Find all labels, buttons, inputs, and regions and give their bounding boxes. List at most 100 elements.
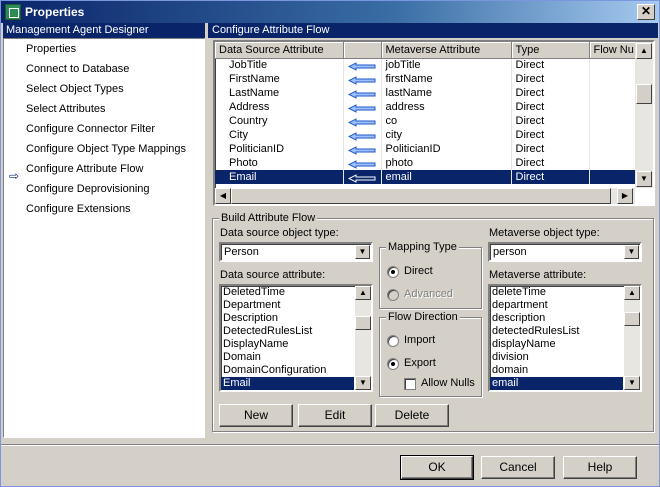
ds-list-scrollbar[interactable]: ▲ ▼ (355, 286, 371, 390)
ds-attribute-list[interactable]: DeletedTime Department Description Detected… (219, 284, 373, 392)
cancel-button[interactable]: Cancel (481, 456, 555, 479)
mv-attribute-list[interactable]: deleteTime department description detectedR… (488, 284, 642, 392)
grid-hscroll-thumb[interactable] (231, 188, 611, 204)
scroll-up-icon[interactable]: ▲ (355, 286, 371, 300)
footer-separator (1, 444, 659, 446)
scroll-right-icon[interactable]: ▶ (617, 188, 633, 204)
table-row[interactable]: JobTitle jobTitle Direct (215, 58, 640, 72)
table-row[interactable]: Photo photo Direct (215, 156, 640, 170)
list-item[interactable]: email (490, 377, 623, 390)
mapping-direct-radio[interactable] (387, 266, 399, 278)
ds-list-scroll-thumb[interactable] (355, 316, 371, 330)
mapping-type-title: Mapping Type (386, 241, 459, 253)
type-cell: Direct (511, 170, 590, 184)
metaverse-cell: address (381, 100, 512, 114)
list-item[interactable]: description (490, 312, 623, 325)
scroll-up-icon[interactable]: ▲ (624, 286, 640, 300)
table-row[interactable]: Country co Direct (215, 114, 640, 128)
edit-button[interactable]: Edit (298, 404, 372, 427)
import-arrow-icon (343, 100, 382, 114)
nav-item-connector-filter[interactable]: Configure Connector Filter (26, 121, 155, 137)
nav-item-connect-database[interactable]: Connect to Database (26, 61, 129, 77)
ds-object-type-select[interactable]: Person ▼ (219, 242, 373, 262)
column-header-source[interactable]: Data Source Attribute (215, 42, 344, 59)
delete-button[interactable]: Delete (375, 404, 449, 427)
list-item[interactable]: department (490, 299, 623, 312)
flow-nulls-cell (589, 72, 640, 86)
column-header-type[interactable]: Type (511, 42, 590, 59)
list-item[interactable]: Department (221, 299, 354, 312)
column-header-flow-nulls[interactable]: Flow Nu (589, 42, 640, 59)
mapping-advanced-radio[interactable] (387, 289, 399, 301)
table-row[interactable]: Email email Direct (215, 170, 640, 184)
flow-import-radio[interactable] (387, 335, 399, 347)
chevron-down-icon[interactable]: ▼ (624, 245, 639, 259)
mv-object-type-value: person (493, 246, 527, 258)
close-icon[interactable]: ✕ (637, 4, 655, 20)
allow-nulls-checkbox[interactable] (404, 378, 416, 390)
table-row[interactable]: Address address Direct (215, 100, 640, 114)
flow-nulls-cell (589, 100, 640, 114)
import-arrow-icon (343, 142, 382, 156)
table-row[interactable]: LastName lastName Direct (215, 86, 640, 100)
nav-item-select-attributes[interactable]: Select Attributes (26, 101, 106, 117)
list-item[interactable]: deleteTime (490, 286, 623, 299)
list-item[interactable]: EmployeeEndDate (221, 390, 354, 392)
metaverse-cell: PoliticianID (381, 142, 512, 156)
allow-nulls-label[interactable]: Allow Nulls (421, 377, 475, 389)
import-arrow-icon (343, 170, 382, 184)
nav-item-select-object-types[interactable]: Select Object Types (26, 81, 124, 97)
help-button[interactable]: Help (563, 456, 637, 479)
nav-item-properties[interactable]: Properties (26, 41, 76, 57)
list-item[interactable]: Description (221, 312, 354, 325)
scroll-down-icon[interactable]: ▼ (636, 171, 652, 187)
flow-import-label[interactable]: Import (404, 334, 435, 346)
scroll-down-icon[interactable]: ▼ (624, 376, 640, 390)
attribute-flow-grid[interactable]: Data Source Attribute Metaverse Attribut… (213, 40, 655, 206)
table-row[interactable]: FirstName firstName Direct (215, 72, 640, 86)
scroll-up-icon[interactable]: ▲ (636, 43, 652, 59)
scroll-down-icon[interactable]: ▼ (355, 376, 371, 390)
flow-export-label[interactable]: Export (404, 357, 436, 369)
column-header-metaverse[interactable]: Metaverse Attribute (381, 42, 512, 59)
ok-button[interactable]: OK (400, 455, 474, 480)
flow-direction-group: Flow Direction Import Export Allow Nulls (379, 311, 482, 397)
type-cell: Direct (511, 128, 590, 142)
grid-scroll-thumb[interactable] (636, 84, 652, 104)
nav-item-deprovisioning[interactable]: Configure Deprovisioning (26, 181, 150, 197)
mapping-advanced-label[interactable]: Advanced (404, 288, 453, 300)
nav-item-extensions[interactable]: Configure Extensions (26, 201, 131, 217)
mv-list-scroll-thumb[interactable] (624, 312, 640, 326)
source-cell: City (215, 128, 344, 142)
list-item[interactable]: division (490, 351, 623, 364)
scroll-left-icon[interactable]: ◀ (215, 188, 231, 204)
list-item[interactable]: employeeEndDate (490, 390, 623, 392)
nav-item-attribute-flow[interactable]: Configure Attribute Flow (26, 161, 143, 177)
import-arrow-icon (343, 156, 382, 170)
list-item[interactable]: displayName (490, 338, 623, 351)
import-arrow-icon (343, 114, 382, 128)
flow-export-radio[interactable] (387, 358, 399, 370)
type-cell: Direct (511, 58, 590, 72)
mapping-direct-label[interactable]: Direct (404, 265, 433, 277)
list-item[interactable]: detectedRulesList (490, 325, 623, 338)
list-item[interactable]: Domain (221, 351, 354, 364)
grid-horizontal-scrollbar[interactable]: ◀ ▶ (215, 188, 635, 204)
table-row[interactable]: City city Direct (215, 128, 640, 142)
grid-vertical-scrollbar[interactable]: ▲ ▼ (635, 42, 653, 188)
list-item[interactable]: DisplayName (221, 338, 354, 351)
list-item[interactable]: domain (490, 364, 623, 377)
list-item[interactable]: DeletedTime (221, 286, 354, 299)
chevron-down-icon[interactable]: ▼ (355, 245, 370, 259)
nav-item-object-type-mappings[interactable]: Configure Object Type Mappings (26, 141, 186, 157)
list-item[interactable]: DetectedRulesList (221, 325, 354, 338)
title-bar[interactable]: Properties ✕ (1, 1, 659, 23)
list-item[interactable]: DomainConfiguration (221, 364, 354, 377)
list-item[interactable]: Email (221, 377, 354, 390)
column-header-direction[interactable] (343, 42, 382, 59)
mv-object-type-select[interactable]: person ▼ (488, 242, 642, 262)
mv-list-scrollbar[interactable]: ▲ ▼ (624, 286, 640, 390)
type-cell: Direct (511, 114, 590, 128)
table-row[interactable]: PoliticianID PoliticianID Direct (215, 142, 640, 156)
new-button[interactable]: New (219, 404, 293, 427)
